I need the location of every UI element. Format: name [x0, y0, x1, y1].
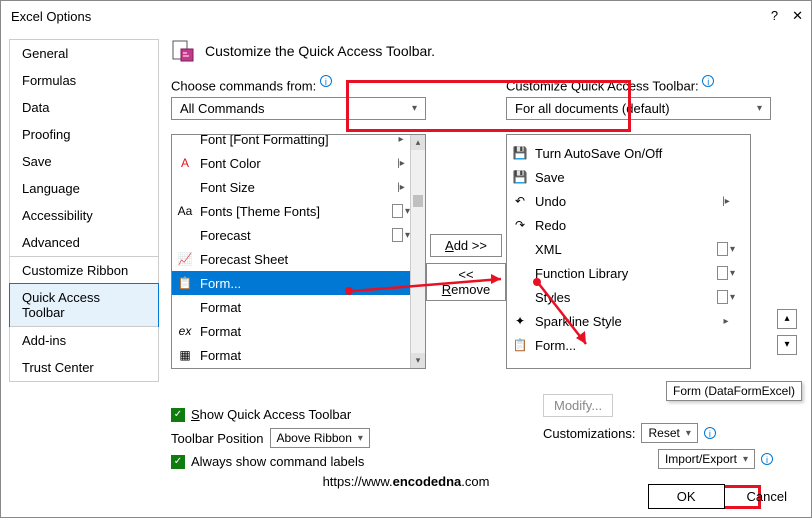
command-item[interactable]: Forecast▾ — [172, 223, 410, 247]
reset-dropdown[interactable]: Reset▾ — [641, 423, 697, 443]
sidebar-item-add-ins[interactable]: Add-ins — [10, 327, 158, 354]
window-title: Excel Options — [11, 9, 91, 24]
command-item[interactable]: exFormat — [172, 319, 410, 343]
customize-qat-label: Customize Quick Access Toolbar: — [506, 78, 699, 93]
qat-item[interactable]: ↷Redo — [507, 213, 735, 237]
cancel-button[interactable]: Cancel — [735, 485, 799, 508]
command-item[interactable]: Font Size|▸ — [172, 175, 410, 199]
choose-commands-dropdown[interactable]: All Commands ▾ — [171, 97, 426, 120]
info-icon[interactable]: i — [320, 75, 332, 87]
info-icon[interactable]: i — [702, 75, 714, 87]
ok-button[interactable]: OK — [648, 484, 725, 509]
show-qat-label: Show Quick Access Toolbar — [191, 407, 351, 422]
scrollbar[interactable]: ▴ ▾ — [410, 135, 425, 368]
move-up-button[interactable]: ▴ — [777, 309, 797, 329]
qat-item[interactable]: 💾Save — [507, 165, 735, 189]
command-item[interactable]: Font [Font Formatting]▸ — [172, 134, 410, 151]
command-item[interactable]: 📋Form... — [172, 271, 410, 295]
qat-item[interactable]: ✦Sparkline Style▸ — [507, 309, 735, 333]
titlebar: Excel Options ? ✕ — [1, 1, 811, 31]
move-down-button[interactable]: ▾ — [777, 335, 797, 355]
toolbar-position-dropdown[interactable]: Above Ribbon▾ — [270, 428, 370, 448]
chevron-down-icon: ▾ — [757, 103, 762, 114]
always-show-labels-label: Always show command labels — [191, 454, 364, 469]
sidebar-item-quick-access-toolbar[interactable]: Quick Access Toolbar — [9, 283, 159, 327]
qat-item[interactable]: XML▾ — [507, 237, 735, 261]
command-item[interactable]: Format — [172, 295, 410, 319]
chevron-down-icon: ▾ — [412, 103, 417, 114]
qat-item[interactable]: 💾Turn AutoSave On/Off — [507, 141, 735, 165]
toolbar-position-label: Toolbar Position — [171, 431, 264, 446]
sidebar-item-customize-ribbon[interactable]: Customize Ribbon — [10, 257, 158, 284]
sidebar-item-save[interactable]: Save — [10, 148, 158, 175]
sidebar-item-data[interactable]: Data — [10, 94, 158, 121]
close-icon[interactable]: ✕ — [792, 8, 803, 24]
command-item[interactable]: AaFonts [Theme Fonts]▾ — [172, 199, 410, 223]
commands-listbox[interactable]: Font [Font Formatting]▸AFont Color|▸Font… — [171, 134, 426, 369]
show-qat-checkbox[interactable]: ✓ — [171, 408, 185, 422]
tooltip: Form (DataFormExcel) — [666, 381, 802, 401]
sidebar-item-accessibility[interactable]: Accessibility — [10, 202, 158, 229]
sidebar-item-proofing[interactable]: Proofing — [10, 121, 158, 148]
sidebar-item-general[interactable]: General — [10, 40, 158, 67]
watermark: https://www.encodedna.com — [323, 474, 490, 489]
command-item[interactable]: ▦Format — [172, 343, 410, 367]
add-button[interactable]: Add >> — [430, 234, 502, 257]
command-item[interactable]: 📈Forecast Sheet — [172, 247, 410, 271]
customize-qat-dropdown[interactable]: For all documents (default) ▾ — [506, 97, 771, 120]
qat-item[interactable]: ↶Undo|▸ — [507, 189, 735, 213]
qat-item[interactable]: 📋Form... — [507, 333, 735, 357]
command-item[interactable]: Format 3D Model — [172, 367, 410, 369]
sidebar: GeneralFormulasDataProofingSaveLanguageA… — [9, 39, 159, 382]
help-icon[interactable]: ? — [771, 8, 778, 24]
info-icon[interactable]: i — [704, 427, 716, 439]
qat-item[interactable]: Function Library▾ — [507, 261, 735, 285]
modify-button: Modify... — [543, 394, 613, 417]
always-show-labels-checkbox[interactable]: ✓ — [171, 455, 185, 469]
page-heading: Customize the Quick Access Toolbar. — [205, 43, 435, 59]
import-export-dropdown[interactable]: Import/Export▾ — [658, 449, 755, 469]
command-item[interactable]: AFont Color|▸ — [172, 151, 410, 175]
sidebar-item-advanced[interactable]: Advanced — [10, 229, 158, 256]
sidebar-item-formulas[interactable]: Formulas — [10, 67, 158, 94]
qat-item[interactable]: Styles▾ — [507, 285, 735, 309]
remove-button[interactable]: << Remove — [426, 263, 506, 301]
choose-commands-label: Choose commands from: — [171, 78, 316, 93]
sidebar-item-trust-center[interactable]: Trust Center — [10, 354, 158, 381]
qat-customize-icon — [171, 39, 195, 63]
info-icon[interactable]: i — [761, 453, 773, 465]
sidebar-item-language[interactable]: Language — [10, 175, 158, 202]
qat-listbox[interactable]: 💾Turn AutoSave On/Off💾Save↶Undo|▸↷RedoXM… — [506, 134, 751, 369]
main-panel: Customize the Quick Access Toolbar. Choo… — [171, 39, 803, 475]
customizations-label: Customizations: — [543, 426, 635, 441]
